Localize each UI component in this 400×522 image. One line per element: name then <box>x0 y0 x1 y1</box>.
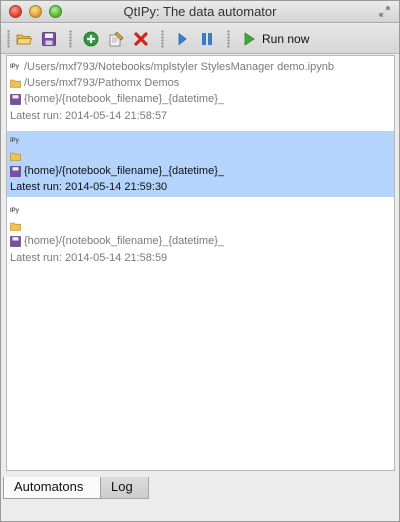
run-now-label[interactable]: Run now <box>262 32 309 46</box>
toolbar-grip-2[interactable] <box>69 30 72 48</box>
main-window: QtIPy: The data automator Run now IPy /U… <box>0 0 400 522</box>
tab-automatons[interactable]: Automatons <box>3 477 101 499</box>
delete-automaton-button[interactable] <box>132 30 150 48</box>
add-icon <box>83 31 99 47</box>
watch-folder-row <box>10 219 24 233</box>
latest-run-row: Latest run: 2014-05-14 21:58:59 <box>10 251 167 265</box>
automaton-item[interactable]: IPy {home}/{notebook_filename}_{datetime… <box>7 201 394 267</box>
run-now-icon <box>244 32 255 46</box>
save-icon <box>10 93 21 105</box>
save-icon <box>42 32 56 46</box>
latest-run: Latest run: 2014-05-14 21:58:59 <box>10 252 168 264</box>
notebook-row: IPy /Users/mxf793/Notebooks/mplstyler St… <box>10 60 334 74</box>
tab-bar: Automatons Log <box>1 474 399 521</box>
watch-folder-row: /Users/mxf793/Pathomx Demos <box>10 76 179 90</box>
ipython-badge-icon: IPy <box>10 63 20 70</box>
output-row: {home}/{notebook_filename}_{datetime}_ <box>10 234 224 248</box>
ipython-badge-icon: IPy <box>10 137 20 144</box>
ipython-badge-icon: IPy <box>10 207 20 214</box>
title-bar: QtIPy: The data automator <box>1 1 399 23</box>
folder-icon <box>10 152 21 161</box>
window-title: QtIPy: The data automator <box>123 4 277 19</box>
latest-run: Latest run: 2014-05-14 21:58:57 <box>10 110 168 122</box>
save-icon <box>10 165 21 177</box>
latest-run-row: Latest run: 2014-05-14 21:59:30 <box>10 180 167 194</box>
folder-open-icon <box>16 34 32 45</box>
toolbar-grip-4[interactable] <box>227 30 230 48</box>
tab-log[interactable]: Log <box>100 477 149 499</box>
latest-run: Latest run: 2014-05-14 21:59:30 <box>10 181 168 193</box>
open-folder-button[interactable] <box>15 30 33 48</box>
run-now-button[interactable] <box>240 30 258 48</box>
output-pattern: {home}/{notebook_filename}_{datetime}_ <box>24 93 224 105</box>
start-button[interactable] <box>173 30 191 48</box>
edit-icon <box>109 31 124 47</box>
edit-automaton-button[interactable] <box>107 30 125 48</box>
output-row: {home}/{notebook_filename}_{datetime}_ <box>10 92 224 106</box>
output-pattern: {home}/{notebook_filename}_{datetime}_ <box>24 235 224 247</box>
save-icon <box>10 235 21 247</box>
automaton-item-selected[interactable]: IPy {home}/{notebook_filename}_{datetime… <box>7 131 394 197</box>
delete-icon <box>134 32 148 46</box>
play-icon <box>178 32 187 46</box>
notebook-path: /Users/mxf793/Notebooks/mplstyler Styles… <box>24 61 334 73</box>
pause-button[interactable] <box>198 30 216 48</box>
add-automaton-button[interactable] <box>82 30 100 48</box>
notebook-row: IPy <box>10 134 24 148</box>
pause-icon <box>202 33 212 45</box>
watch-folder-row <box>10 149 24 163</box>
toolbar-grip-1[interactable] <box>7 30 10 48</box>
latest-run-row: Latest run: 2014-05-14 21:58:57 <box>10 109 167 123</box>
watch-folder-path: /Users/mxf793/Pathomx Demos <box>24 77 180 89</box>
automaton-item[interactable]: IPy /Users/mxf793/Notebooks/mplstyler St… <box>7 58 394 126</box>
toolbar-grip-3[interactable] <box>161 30 164 48</box>
output-row: {home}/{notebook_filename}_{datetime}_ <box>10 164 224 178</box>
folder-icon <box>10 79 21 88</box>
output-pattern: {home}/{notebook_filename}_{datetime}_ <box>24 165 224 177</box>
notebook-row: IPy <box>10 204 24 218</box>
automaton-list[interactable]: IPy /Users/mxf793/Notebooks/mplstyler St… <box>6 55 395 471</box>
save-button[interactable] <box>40 30 58 48</box>
toolbar: Run now <box>1 24 399 54</box>
fullscreen-icon[interactable] <box>378 5 391 18</box>
folder-icon <box>10 222 21 231</box>
